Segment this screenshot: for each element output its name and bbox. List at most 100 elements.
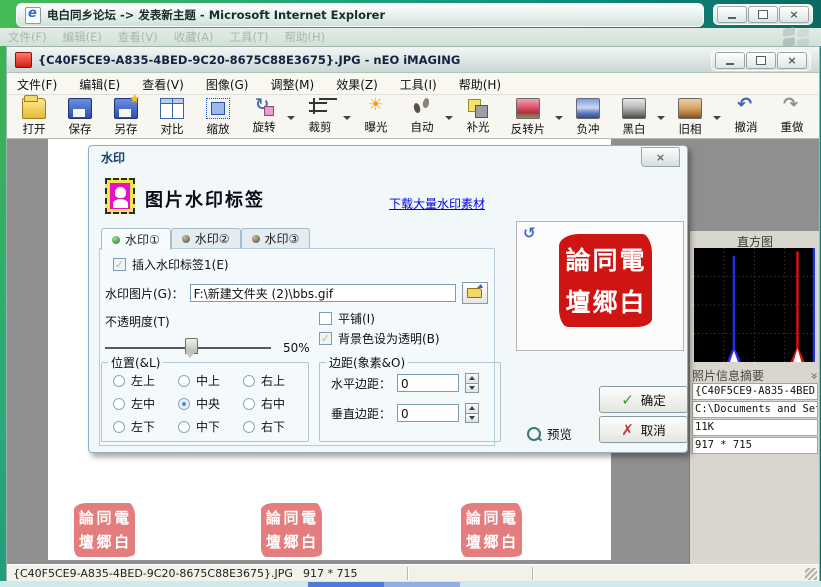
h-margin-row: 水平边距： 0	[331, 373, 479, 393]
crop-icon	[309, 98, 331, 117]
opacity-slider-thumb[interactable]	[185, 338, 198, 354]
auto-dropdown-arrow[interactable]	[445, 120, 455, 134]
windows-logo-icon	[783, 28, 813, 48]
restore-icon[interactable]	[746, 52, 776, 69]
v-margin-row: 垂直边距： 0	[331, 403, 479, 423]
neo-app-icon	[15, 52, 32, 68]
tab-watermark-3[interactable]: 水印③	[241, 228, 311, 248]
ok-button[interactable]: ✓ 确定	[599, 386, 688, 413]
ie-menu-edit[interactable]: 编辑(E)	[63, 29, 102, 45]
minimize-icon[interactable]	[715, 52, 745, 69]
reversal-film-button[interactable]: 反转片	[501, 98, 555, 137]
position-center[interactable]: 中央	[178, 395, 220, 412]
negative-button[interactable]: 负冲	[565, 98, 611, 137]
sun-icon	[365, 98, 387, 117]
dot-icon	[182, 235, 190, 243]
close-icon[interactable]: ×	[779, 6, 809, 23]
h-margin-spinner[interactable]	[465, 373, 479, 393]
h-margin-label: 水平边距：	[331, 375, 391, 392]
rotate-dropdown-arrow[interactable]	[287, 120, 297, 134]
crop-button[interactable]: 裁剪	[297, 98, 343, 135]
save-as-button[interactable]: 另存	[103, 98, 149, 137]
watermark-image-path-input[interactable]: F:\新建文件夹 (2)\bbs.gif	[190, 284, 456, 302]
negative-icon	[576, 98, 600, 119]
menu-help[interactable]: 帮助(H)	[459, 76, 501, 93]
crop-dropdown-arrow[interactable]	[343, 120, 353, 134]
position-bottom-center[interactable]: 中下	[178, 418, 220, 435]
old-photo-button[interactable]: 旧相	[667, 98, 713, 137]
position-mid-right[interactable]: 右中	[243, 395, 285, 412]
exposure-button[interactable]: 曝光	[353, 98, 399, 135]
menu-adjust[interactable]: 调整(M)	[270, 76, 314, 93]
position-top-right[interactable]: 右上	[243, 372, 285, 389]
download-watermarks-link[interactable]: 下载大量水印素材	[389, 195, 485, 212]
redo-button[interactable]: 重做	[769, 98, 815, 135]
menu-file[interactable]: 文件(F)	[17, 76, 57, 93]
insert-watermark-checkbox[interactable]: ✓	[113, 258, 126, 271]
resize-grip[interactable]	[805, 568, 817, 580]
reversal-dropdown-arrow[interactable]	[555, 120, 565, 134]
tile-label: 平铺(I)	[338, 310, 375, 327]
ie-titlebar: 电白同乡论坛 -> 发表新主题 - Microsoft Internet Exp…	[0, 0, 821, 28]
reversal-film-icon	[516, 98, 540, 119]
menu-edit[interactable]: 编辑(E)	[79, 76, 120, 93]
histogram-chart	[694, 248, 815, 362]
position-bottom-right[interactable]: 右下	[243, 418, 285, 435]
transparent-bg-row: ✓ 背景色设为透明(B)	[319, 330, 440, 347]
auto-button[interactable]: 自动	[399, 98, 445, 135]
cancel-button[interactable]: ✗ 取消	[599, 416, 688, 443]
neo-window-controls: ×	[711, 50, 811, 71]
v-margin-spinner[interactable]	[465, 403, 479, 423]
v-margin-input[interactable]: 0	[397, 404, 459, 422]
transparent-bg-checkbox[interactable]: ✓	[319, 332, 332, 345]
old-photo-dropdown-arrow[interactable]	[713, 120, 723, 134]
close-icon[interactable]: ×	[777, 52, 807, 69]
insert-watermark-label: 插入水印标签1(E)	[132, 256, 229, 273]
h-margin-input[interactable]: 0	[397, 374, 459, 392]
position-top-center[interactable]: 中上	[178, 372, 220, 389]
zoom-icon	[206, 98, 230, 119]
menu-effects[interactable]: 效果(Z)	[336, 76, 378, 93]
watermark-seal: 電同論白郷壇	[261, 503, 321, 556]
position-mid-left[interactable]: 左中	[113, 395, 155, 412]
compare-button[interactable]: 对比	[149, 98, 195, 137]
save-button[interactable]: 保存	[57, 98, 103, 137]
close-icon[interactable]: ×	[641, 147, 680, 167]
ie-menu-view[interactable]: 查看(V)	[118, 29, 158, 45]
dot-icon	[252, 235, 260, 243]
restore-icon[interactable]	[748, 6, 778, 23]
position-top-left[interactable]: 左上	[113, 372, 155, 389]
ie-menu-help[interactable]: 帮助(H)	[285, 29, 326, 45]
zoom-button[interactable]: 缩放	[195, 98, 241, 137]
ie-title-area: 电白同乡论坛 -> 发表新主题 - Microsoft Internet Exp…	[16, 3, 704, 27]
black-white-button[interactable]: 黑白	[611, 98, 657, 137]
footprints-icon	[411, 98, 433, 117]
photo-info-header[interactable]: 照片信息摘要 »	[692, 367, 818, 384]
compare-icon	[160, 98, 184, 119]
ie-menu-file[interactable]: 文件(F)	[8, 29, 47, 45]
right-panel: 直方图 照片信息摘要 » {C40F5CE9-A835-4BED- C:\Doc…	[689, 231, 820, 583]
preview-button[interactable]: 预览	[527, 424, 572, 443]
ie-window-controls: ×	[713, 4, 813, 25]
tab-watermark-1[interactable]: 水印①	[101, 228, 171, 250]
menu-tools[interactable]: 工具(I)	[400, 76, 437, 93]
tile-checkbox[interactable]	[319, 312, 332, 325]
refresh-icon[interactable]: ↺	[523, 224, 536, 242]
chevron-double-down-icon[interactable]: »	[807, 372, 820, 379]
margin-group-label: 边距(象素&O)	[326, 354, 408, 371]
fill-light-button[interactable]: 补光	[455, 98, 501, 135]
position-bottom-left[interactable]: 左下	[113, 418, 155, 435]
watermark-dialog: 水印 × 图片水印标签 下载大量水印素材 水印① 水印② 水印③ ✓ 插入水印标…	[88, 145, 688, 453]
bw-dropdown-arrow[interactable]	[657, 120, 667, 134]
menu-image[interactable]: 图像(G)	[206, 76, 249, 93]
ie-menu-favorites[interactable]: 收藏(A)	[174, 29, 214, 45]
tab-watermark-2[interactable]: 水印②	[171, 228, 241, 248]
minimize-icon[interactable]	[717, 6, 747, 23]
menu-view[interactable]: 查看(V)	[142, 76, 184, 93]
browse-button[interactable]	[462, 282, 488, 304]
ie-menu-tools[interactable]: 工具(T)	[230, 29, 269, 45]
open-button[interactable]: 打开	[11, 98, 57, 137]
rotate-button[interactable]: 旋转	[241, 98, 287, 135]
info-row-path: C:\Documents and Set	[692, 401, 818, 418]
undo-button[interactable]: 撤消	[723, 98, 769, 135]
